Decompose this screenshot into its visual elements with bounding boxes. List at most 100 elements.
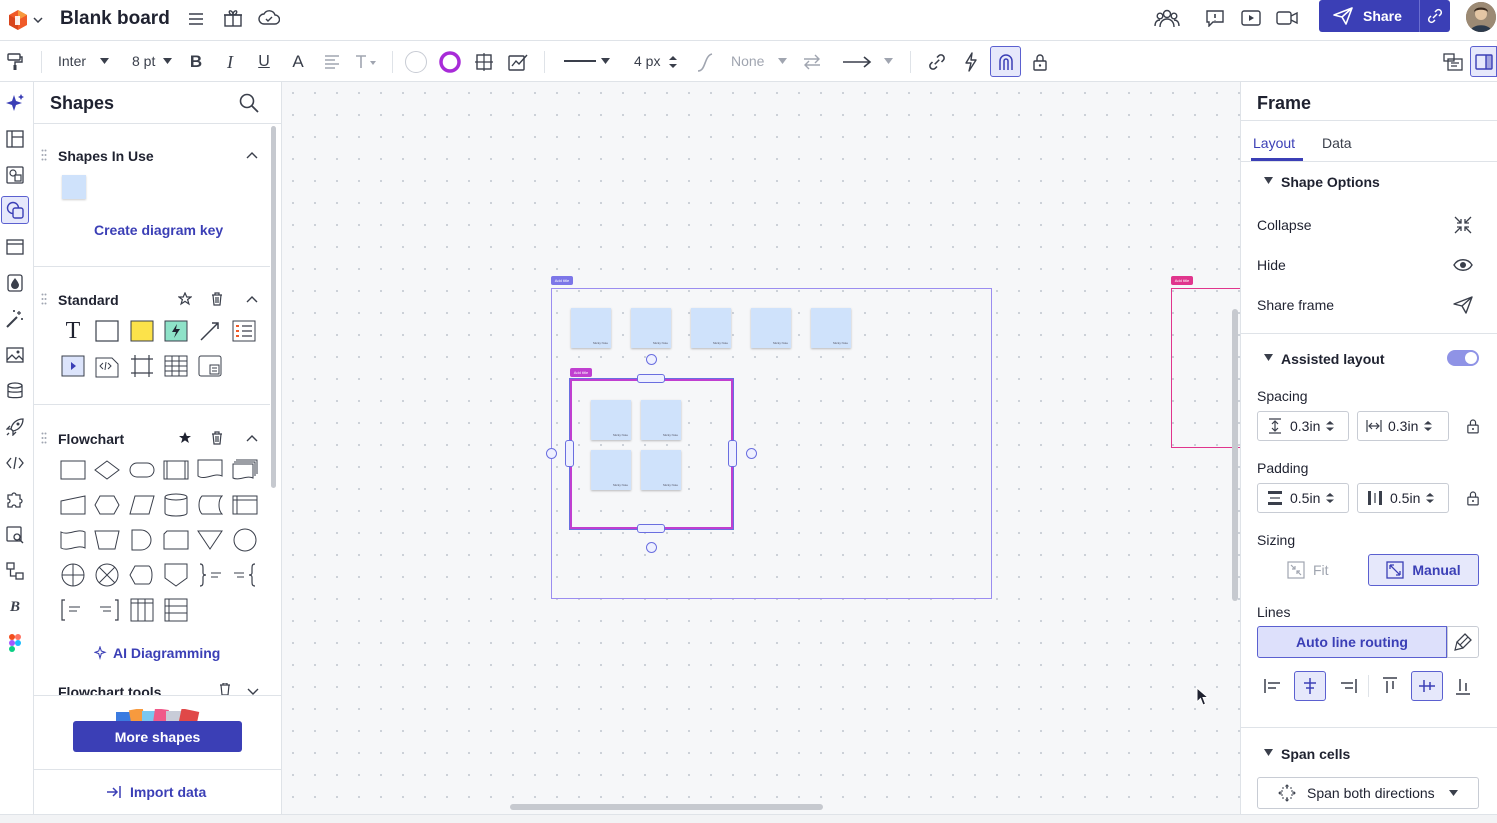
shapes-scrollbar[interactable] xyxy=(271,126,276,488)
terminator-shape-icon[interactable] xyxy=(129,457,155,483)
format-painter-icon[interactable] xyxy=(4,51,26,73)
connector-circle-shape-icon[interactable] xyxy=(232,527,258,553)
align-right-icon[interactable] xyxy=(1336,673,1360,699)
horizontal-spacing-stepper[interactable]: 0.3in xyxy=(1357,411,1449,441)
more-shapes-button[interactable]: More shapes xyxy=(73,721,242,752)
connection-point-bottom[interactable] xyxy=(646,542,657,553)
drag-handle-icon[interactable] xyxy=(40,431,48,445)
preparation-shape-icon[interactable] xyxy=(94,492,120,518)
line-shape-curve-icon[interactable] xyxy=(693,51,717,73)
chevron-down-icon[interactable] xyxy=(31,12,45,28)
resize-handle-right[interactable] xyxy=(728,440,737,467)
trash-icon[interactable] xyxy=(209,430,225,446)
chevron-up-icon[interactable] xyxy=(245,292,259,306)
bpmn-icon[interactable]: B xyxy=(2,594,28,620)
avatar[interactable] xyxy=(1466,2,1496,32)
horizontal-swimlane-shape-icon[interactable] xyxy=(163,597,189,623)
arrow-end-dropdown-icon[interactable] xyxy=(882,55,894,67)
lock-icon[interactable] xyxy=(1028,51,1052,73)
auto-line-routing-button[interactable]: Auto line routing xyxy=(1257,626,1447,658)
process-shape-icon[interactable] xyxy=(60,457,86,483)
actions-lightning-icon[interactable] xyxy=(959,51,983,73)
collapse-icon[interactable] xyxy=(1451,214,1475,236)
assisted-layout-toggle[interactable] xyxy=(1447,350,1479,366)
text-color-icon[interactable]: A xyxy=(288,51,308,73)
manual-operation-shape-icon[interactable] xyxy=(94,527,120,553)
vertical-padding-stepper[interactable]: 0.5in xyxy=(1257,483,1349,513)
rocket-icon[interactable] xyxy=(2,414,28,440)
text-shape-icon[interactable]: T xyxy=(60,318,86,344)
font-select[interactable]: Inter xyxy=(58,53,86,69)
ai-sparkle-icon[interactable] xyxy=(2,90,28,116)
brace-annotation-shape-icon[interactable] xyxy=(197,562,223,588)
trash-icon[interactable] xyxy=(218,683,232,695)
canvas-vertical-scrollbar[interactable] xyxy=(1232,309,1238,601)
star-filled-icon[interactable] xyxy=(177,430,193,446)
create-diagram-key-link[interactable]: Create diagram key xyxy=(94,222,223,238)
align-top-icon[interactable] xyxy=(1378,673,1402,699)
vertical-spacing-stepper[interactable]: 0.3in xyxy=(1257,411,1349,441)
video-shape-icon[interactable] xyxy=(60,353,86,379)
merge-shape-icon[interactable] xyxy=(197,527,223,553)
display-shape-icon[interactable] xyxy=(129,562,155,588)
rectangle-shape-icon[interactable] xyxy=(94,318,120,344)
second-frame-title-tag[interactable]: Add title xyxy=(1171,276,1193,285)
line-style-dropdown-icon[interactable] xyxy=(599,55,611,67)
sizing-fit-button[interactable]: Fit xyxy=(1287,555,1347,585)
fill-drop-icon[interactable] xyxy=(2,270,28,296)
style-presets-icon[interactable] xyxy=(506,50,530,74)
align-middle-icon[interactable] xyxy=(1411,671,1443,701)
integrations-puzzle-icon[interactable] xyxy=(2,486,28,512)
canvas-horizontal-scrollbar[interactable] xyxy=(510,804,823,810)
code-icon[interactable] xyxy=(2,450,28,476)
bracket-right-annotation-shape-icon[interactable] xyxy=(94,597,120,623)
shape-library-icon[interactable] xyxy=(2,162,28,188)
tab-data[interactable]: Data xyxy=(1322,135,1352,151)
align-left-icon[interactable] xyxy=(1261,673,1285,699)
sticky-note[interactable]: Sticky Note xyxy=(591,450,631,490)
off-page-link-shape-icon[interactable] xyxy=(163,527,189,553)
magic-wand-icon[interactable] xyxy=(2,306,28,332)
copy-link-button[interactable] xyxy=(1419,0,1450,32)
drag-handle-icon[interactable] xyxy=(40,292,48,306)
sticky-note[interactable]: Sticky Note xyxy=(641,450,681,490)
shape-options-heading[interactable]: Shape Options xyxy=(1281,174,1380,190)
sticky-note[interactable]: Sticky Note xyxy=(811,308,851,348)
sticky-note[interactable]: Sticky Note xyxy=(691,308,731,348)
or-shape-icon[interactable] xyxy=(94,562,120,588)
star-outline-icon[interactable] xyxy=(177,291,193,307)
paper-tape-shape-icon[interactable] xyxy=(60,527,86,553)
send-icon[interactable] xyxy=(1451,294,1475,316)
document-title[interactable]: Blank board xyxy=(60,8,170,30)
present-icon[interactable] xyxy=(1239,6,1263,30)
swap-arrows-icon[interactable] xyxy=(800,51,824,73)
chevron-up-icon[interactable] xyxy=(245,431,259,445)
sticky-note[interactable]: Sticky Note xyxy=(591,400,631,440)
collaborators-icon[interactable] xyxy=(1153,5,1181,31)
sticky-note[interactable]: Sticky Note xyxy=(571,308,611,348)
database-icon[interactable] xyxy=(2,378,28,404)
multi-document-shape-icon[interactable] xyxy=(232,457,258,483)
sizing-manual-button[interactable]: Manual xyxy=(1368,554,1479,586)
ai-diagramming-link[interactable]: AI Diagramming xyxy=(94,645,220,661)
summing-junction-shape-icon[interactable] xyxy=(60,562,86,588)
document-shape-icon[interactable] xyxy=(197,457,223,483)
arrow-start-select[interactable]: None xyxy=(731,53,764,69)
italic-icon[interactable]: I xyxy=(220,51,240,73)
line-width-stepper[interactable]: 4 px xyxy=(634,53,660,69)
line-color-icon[interactable] xyxy=(438,50,462,74)
list-shape-icon[interactable] xyxy=(231,318,257,344)
sticky-note-shape[interactable] xyxy=(62,175,86,199)
connection-point-left[interactable] xyxy=(546,448,557,459)
sticky-note[interactable]: Sticky Note xyxy=(631,308,671,348)
comments-icon[interactable] xyxy=(1203,6,1227,30)
line-style-icon[interactable] xyxy=(560,53,600,69)
theme-panel-icon[interactable] xyxy=(1441,51,1465,73)
fill-color-icon[interactable] xyxy=(404,50,428,74)
manual-input-shape-icon[interactable] xyxy=(60,492,86,518)
spacing-lock-icon[interactable] xyxy=(1463,416,1483,436)
font-size-select[interactable]: 8 pt xyxy=(132,53,155,69)
sticky-note-shape-icon[interactable] xyxy=(129,318,155,344)
caret-down-icon[interactable] xyxy=(1263,175,1273,185)
arrow-start-dropdown-icon[interactable] xyxy=(776,55,788,67)
